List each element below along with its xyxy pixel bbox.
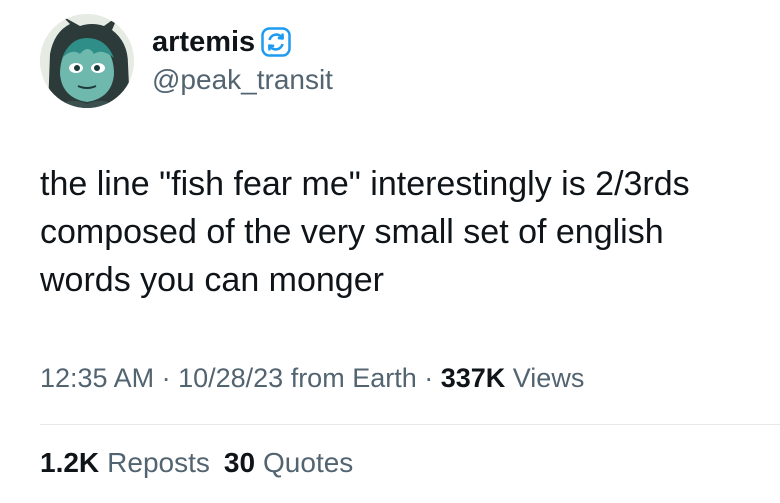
reposts-count: 1.2K xyxy=(40,447,100,478)
avatar[interactable] xyxy=(40,14,134,108)
views-count: 337K xyxy=(440,363,506,393)
divider xyxy=(40,424,780,425)
meta-separator: · xyxy=(154,363,179,393)
meta-separator: · xyxy=(416,363,441,393)
tweet-text-line: composed of the very small set of englis… xyxy=(40,213,664,251)
refresh-badge-icon xyxy=(261,27,291,57)
author-handle[interactable]: @peak_transit xyxy=(152,62,333,98)
tweet-text: the line "fish fear me" interestingly is… xyxy=(40,160,760,304)
tweet-stats: 1.2K Reposts 30 Quotes xyxy=(40,445,353,481)
tweet-source: from Earth xyxy=(283,363,417,393)
tweet-time[interactable]: 12:35 AM xyxy=(40,363,154,393)
quotes-stat[interactable]: 30 Quotes xyxy=(224,445,353,481)
tweet-text-line: words you can monger xyxy=(40,261,384,299)
reposts-stat[interactable]: 1.2K Reposts xyxy=(40,445,210,481)
author-display-name[interactable]: artemis xyxy=(152,24,255,60)
tweet-text-line: the line "fish fear me" interestingly is… xyxy=(40,165,690,203)
quotes-label: Quotes xyxy=(263,447,354,478)
views-label: Views xyxy=(505,363,585,393)
quotes-count: 30 xyxy=(223,447,256,478)
tweet-meta: 12:35 AM · 10/28/23 from Earth · 337K Vi… xyxy=(40,360,584,396)
author-name-row: artemis xyxy=(152,24,291,60)
reposts-label: Reposts xyxy=(107,447,210,478)
tweet-date[interactable]: 10/28/23 xyxy=(178,363,283,393)
tweet-card: artemis @peak_transit the line "fish fea… xyxy=(0,0,780,503)
cat-character-avatar-icon xyxy=(40,14,134,108)
